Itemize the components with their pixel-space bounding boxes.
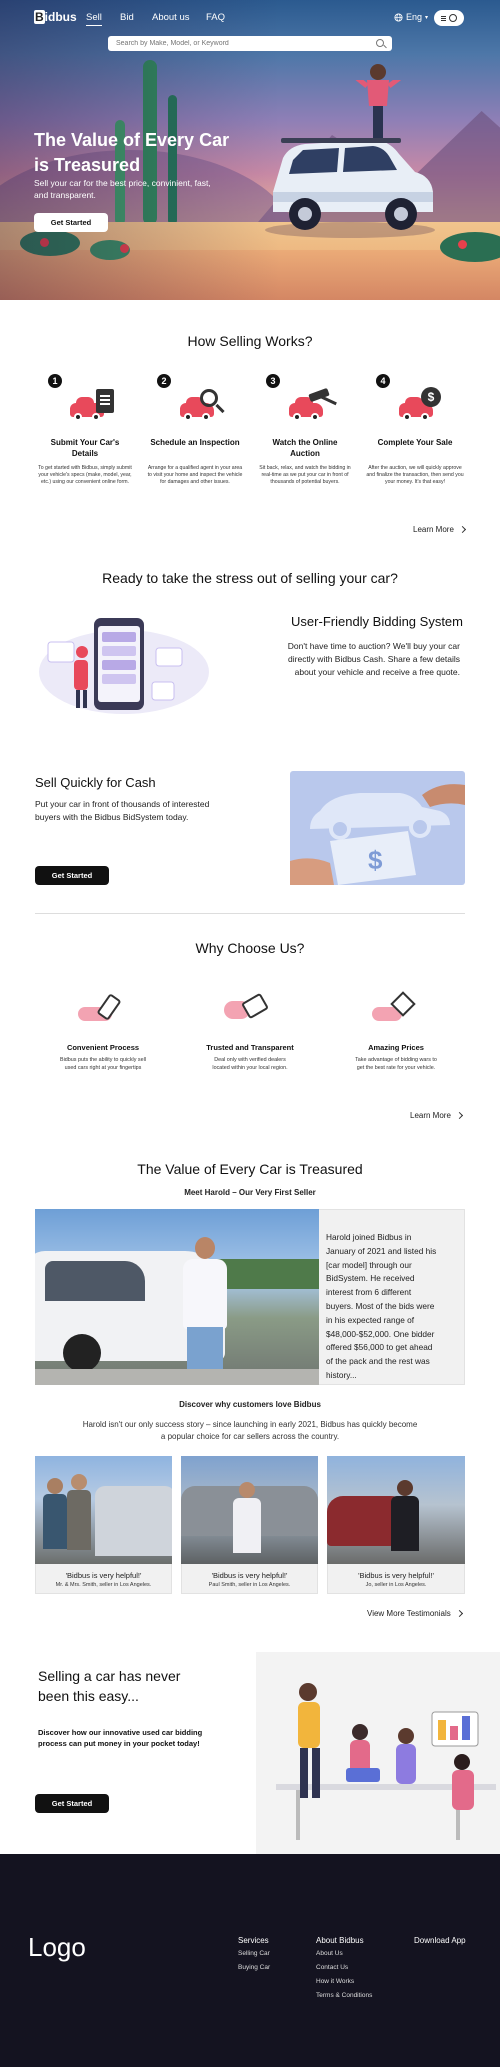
user-icon: [449, 14, 457, 22]
why-title: Why Choose Us?: [195, 940, 305, 956]
step-3-title: Watch the Online Auction: [272, 438, 338, 458]
step-2-title: Schedule an Inspection: [150, 438, 240, 447]
why-item-1-desc: Bidbus puts the ability to quickly sell …: [60, 1057, 146, 1071]
testimonial-1-quote: 'Bidbus is very helpful!': [65, 1571, 142, 1580]
globe-icon: [394, 12, 403, 22]
how-learn-more-link[interactable]: Learn More: [413, 525, 466, 534]
why-learn-more-link[interactable]: Learn More: [410, 1111, 463, 1120]
phone-bidding-illustration: [39, 618, 209, 714]
nav-bid[interactable]: Bid: [120, 12, 134, 23]
cash-car-key-image: $: [290, 771, 465, 885]
cash-get-started-button[interactable]: Get Started: [35, 866, 109, 885]
section-divider: [35, 913, 465, 914]
phone-hand-icon: [78, 993, 128, 1025]
why-item-3-title: Amazing Prices: [368, 1043, 424, 1052]
nav-about-us[interactable]: About us: [152, 12, 190, 23]
team-illustration: [256, 1652, 500, 1854]
footer-about-title: About Bidbus: [316, 1936, 364, 1945]
chevron-down-icon: ▾: [425, 14, 429, 21]
menu-icon: [441, 17, 446, 19]
hero-subtitle: Sell your car for the best price, convin…: [34, 178, 211, 200]
harold-photo: [35, 1209, 319, 1385]
auction-gavel-car-icon: [287, 385, 337, 425]
why-item-3-desc: Take advantage of bidding wars to get th…: [355, 1057, 437, 1071]
testimonial-2-photo: [181, 1456, 318, 1564]
language-label: Eng: [406, 12, 423, 22]
inspection-car-icon: [178, 385, 228, 425]
language-selector[interactable]: Eng ▾: [394, 12, 428, 22]
step-1-desc: To get started with Bidbus, simply submi…: [38, 465, 132, 485]
search-icon[interactable]: [376, 39, 384, 47]
view-more-label: View More Testimonials: [367, 1609, 451, 1618]
step-3-desc: Sit back, relax, and watch the bidding i…: [259, 465, 351, 485]
view-more-testimonials-link[interactable]: View More Testimonials: [367, 1609, 463, 1618]
why-item-2-title: Trusted and Transparent: [206, 1043, 294, 1052]
discover-text: Harold isn't our only success story – si…: [82, 1420, 418, 1441]
price-tag-icon: [372, 991, 424, 1025]
feature-title: User-Friendly Bidding System: [291, 614, 463, 629]
why-item-1-title: Convenient Process: [66, 1043, 140, 1052]
easy-get-started-button[interactable]: Get Started: [35, 1794, 109, 1813]
hero-get-started-button[interactable]: Get Started: [34, 213, 108, 232]
chevron-right-icon: [455, 1609, 463, 1618]
harold-story-text: Harold joined Bidbus in January of 2021 …: [326, 1232, 437, 1380]
footer-link-contact-us[interactable]: Contact Us: [316, 1964, 348, 1971]
footer-link-buying-car[interactable]: Buying Car: [238, 1964, 270, 1971]
hero-person-head: [370, 64, 386, 80]
easy-text: Discover how our innovative used car bid…: [38, 1728, 203, 1748]
step-1-number: 1: [48, 374, 62, 388]
ready-title: Ready to take the stress out of selling …: [102, 570, 398, 586]
nav-faq[interactable]: FAQ: [206, 12, 225, 23]
cash-title: Sell Quickly for Cash: [35, 775, 156, 790]
cash-text: Put your car in front of thousands of in…: [35, 799, 210, 822]
handshake-icon: [224, 992, 279, 1025]
footer-services-title: Services: [238, 1936, 269, 1945]
hero-suv-illustration: [265, 80, 435, 238]
testimonial-2-quote: 'Bidbus is very helpful!': [211, 1571, 288, 1580]
hero-title: The Value of Every Car is Treasured: [34, 130, 230, 175]
testimonial-2-author: Paul Smith, seller in Los Angeles.: [208, 1582, 291, 1588]
nav-sell[interactable]: Sell: [86, 12, 102, 26]
step-1-title: Submit Your Car's Details: [50, 438, 120, 458]
search-input[interactable]: [108, 36, 392, 51]
testimonial-3-author: Jo, seller in Los Angeles.: [365, 1582, 427, 1588]
how-selling-title: How Selling Works?: [187, 333, 313, 349]
stories-title: The Value of Every Car is Treasured: [137, 1161, 363, 1177]
step-3-number: 3: [266, 374, 280, 388]
step-2-number: 2: [157, 374, 171, 388]
stories-subtitle: Meet Harold – Our Very First Seller: [184, 1188, 316, 1197]
user-menu-button[interactable]: [434, 10, 464, 26]
sale-dollar-car-icon: $: [397, 385, 447, 425]
footer-download-app[interactable]: Download App: [414, 1936, 466, 1945]
svg-text:$: $: [368, 845, 383, 875]
why-item-2-desc: Deal only with verified dealers located …: [212, 1057, 288, 1071]
step-4-desc: After the auction, we will quickly appro…: [366, 465, 464, 485]
testimonial-3-photo: [327, 1456, 465, 1564]
footer-logo[interactable]: Logo: [28, 1932, 86, 1963]
learn-more-label: Learn More: [410, 1111, 451, 1120]
footer-link-selling-car[interactable]: Selling Car: [238, 1950, 270, 1957]
learn-more-label: Learn More: [413, 525, 454, 534]
form-car-icon: [68, 385, 118, 425]
brand-logo[interactable]: Bidbus: [34, 10, 77, 24]
step-4-title: Complete Your Sale: [377, 438, 453, 447]
step-4-number: 4: [376, 374, 390, 388]
footer-link-terms[interactable]: Terms & Conditions: [316, 1992, 372, 1999]
discover-title: Discover why customers love Bidbus: [179, 1400, 321, 1409]
footer-link-how-it-works[interactable]: How it Works: [316, 1978, 354, 1985]
chevron-right-icon: [458, 525, 466, 534]
testimonial-3-quote: 'Bidbus is very helpful!': [358, 1571, 434, 1580]
chevron-right-icon: [455, 1111, 463, 1120]
testimonial-1-author: Mr. & Mrs. Smith, seller in Los Angeles.: [55, 1582, 152, 1588]
testimonial-1-photo: [35, 1456, 172, 1564]
step-2-desc: Arrange for a qualified agent in your ar…: [147, 465, 243, 485]
easy-title: Selling a car has never been this easy..…: [38, 1668, 181, 1704]
feature-text: Don't have time to auction? We'll buy yo…: [287, 641, 460, 677]
footer-link-about-us[interactable]: About Us: [316, 1950, 343, 1957]
